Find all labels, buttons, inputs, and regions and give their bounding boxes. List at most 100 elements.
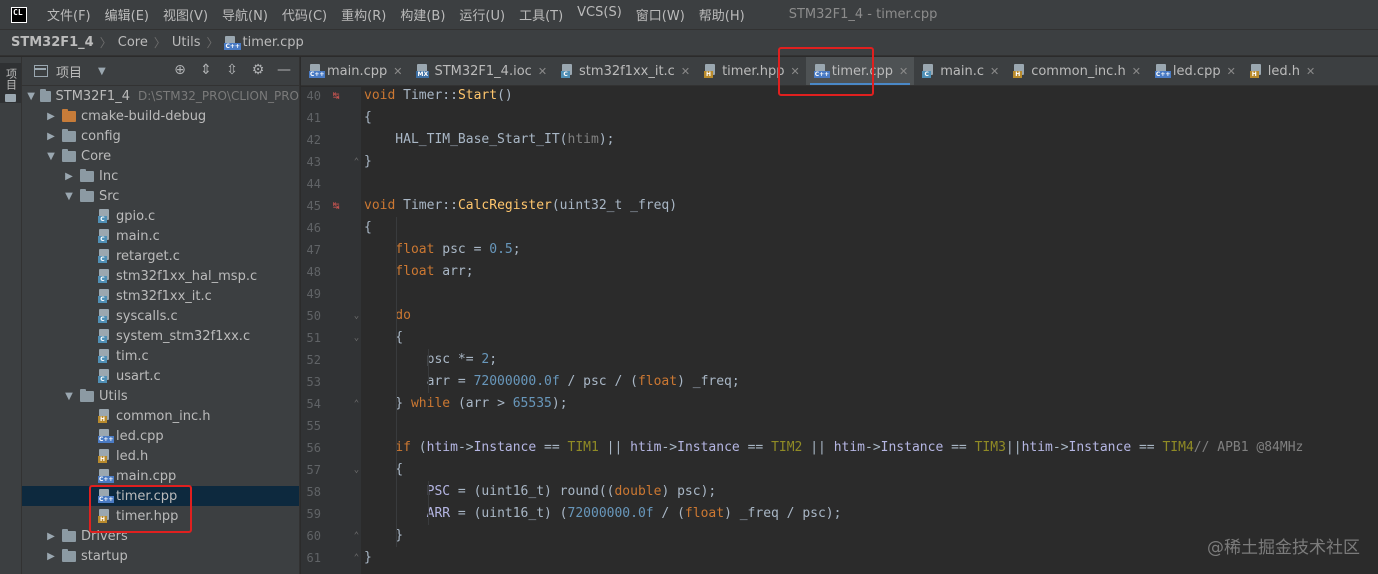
tree-file[interactable]: Cusart.c: [22, 366, 299, 386]
tree-file[interactable]: Csystem_stm32f1xx.c: [22, 326, 299, 346]
menu-item[interactable]: 代码(C): [276, 5, 335, 24]
code-token: Instance: [473, 440, 537, 455]
collapse-all-icon[interactable]: ⇳: [223, 62, 241, 78]
close-icon[interactable]: ✕: [990, 65, 999, 78]
editor-tab[interactable]: Hled.h ✕: [1242, 57, 1321, 85]
c-file-icon: C: [98, 269, 112, 283]
menu-item[interactable]: 帮助(H): [693, 5, 753, 24]
locate-icon[interactable]: ⊕: [171, 62, 189, 78]
tree-folder[interactable]: ▼ Utils: [22, 386, 299, 406]
folder-icon: [40, 88, 51, 102]
chevron-down-icon[interactable]: ▼: [44, 151, 58, 162]
tree-file[interactable]: C++ main.cpp: [22, 466, 299, 486]
code-token: 72000000.0f: [567, 506, 654, 521]
chevron-right-icon[interactable]: ▶: [44, 131, 58, 142]
close-icon[interactable]: ✕: [393, 65, 402, 78]
menu-item[interactable]: VCS(S): [571, 5, 630, 24]
breadcrumb-core[interactable]: Core: [118, 35, 148, 50]
editor-tab[interactable]: Htimer.hpp ✕: [696, 57, 806, 85]
tree-file[interactable]: Csyscalls.c: [22, 306, 299, 326]
editor-tab-label: common_inc.h: [1031, 63, 1126, 79]
tree-folder[interactable]: ▶ config: [22, 126, 299, 146]
code-token: htim: [630, 440, 662, 455]
menu-item[interactable]: 视图(V): [157, 5, 216, 24]
chevron-right-icon[interactable]: ▶: [44, 111, 58, 122]
fold-icon[interactable]: ⌃: [352, 151, 361, 173]
tree-folder[interactable]: ▶ startup: [22, 546, 299, 566]
code-editor[interactable]: 40 ↹ void Timer::Start() 41{42 HAL_TIM_Base…: [301, 87, 1378, 574]
tree-item-label: timer.hpp: [116, 508, 179, 524]
close-icon[interactable]: ✕: [899, 65, 908, 78]
tree-folder[interactable]: ▶ Drivers: [22, 526, 299, 546]
tree-file[interactable]: Cstm32f1xx_hal_msp.c: [22, 266, 299, 286]
editor-tab[interactable]: Cstm32f1xx_it.c ✕: [553, 57, 696, 85]
close-icon[interactable]: ✕: [681, 65, 690, 78]
tree-file[interactable]: Cmain.c: [22, 226, 299, 246]
tree-folder[interactable]: ▼ Core: [22, 146, 299, 166]
chevron-right-icon[interactable]: ▶: [62, 171, 76, 182]
tree-file[interactable]: Cgpio.c: [22, 206, 299, 226]
code-text: }: [364, 525, 403, 547]
close-icon[interactable]: ✕: [1132, 65, 1141, 78]
tree-folder[interactable]: ▼ STM32F1_4 D:\STM32_PRO\CLION_PRO: [22, 86, 299, 106]
menu-item[interactable]: 重构(R): [335, 5, 394, 24]
code-token: TIM3: [974, 440, 1006, 455]
editor-tab[interactable]: C++ main.cpp ✕: [301, 57, 408, 85]
code-token: 0.5: [489, 242, 513, 257]
tree-file[interactable]: Cstm32f1xx_it.c: [22, 286, 299, 306]
menu-item[interactable]: 编辑(E): [99, 5, 157, 24]
tree-file[interactable]: Hled.h: [22, 446, 299, 466]
project-tool-tab[interactable]: 项目: [0, 63, 21, 103]
gear-icon[interactable]: ⚙: [249, 62, 267, 78]
chevron-down-icon[interactable]: ▼: [62, 191, 76, 202]
tree-file[interactable]: Cretarget.c: [22, 246, 299, 266]
menu-item[interactable]: 文件(F): [41, 5, 99, 24]
breadcrumb-utils[interactable]: Utils: [172, 35, 201, 50]
menu-item[interactable]: 导航(N): [216, 5, 276, 24]
breadcrumb-file[interactable]: timer.cpp: [242, 35, 303, 50]
tree-file[interactable]: C++ timer.cpp: [22, 486, 299, 506]
editor-tab[interactable]: Cmain.c ✕: [914, 57, 1005, 85]
menu-item[interactable]: 构建(B): [394, 5, 453, 24]
menu-item[interactable]: 运行(U): [453, 5, 513, 24]
tree-file[interactable]: Hcommon_inc.h: [22, 406, 299, 426]
close-icon[interactable]: ✕: [538, 65, 547, 78]
menu-item[interactable]: 窗口(W): [630, 5, 693, 24]
tree-file[interactable]: Htimer.hpp: [22, 506, 299, 526]
editor-tab[interactable]: MX STM32F1_4.ioc ✕: [408, 57, 553, 85]
close-icon[interactable]: ✕: [1227, 65, 1236, 78]
expand-all-icon[interactable]: ⇕: [197, 62, 215, 78]
fold-icon[interactable]: ⌄: [352, 459, 361, 481]
breadcrumb-project[interactable]: STM32F1_4: [11, 35, 94, 50]
fold-icon[interactable]: ⌃: [352, 547, 361, 569]
code-token: (uint32_t _freq): [551, 198, 678, 213]
tree-file[interactable]: C++ led.cpp: [22, 426, 299, 446]
fold-icon[interactable]: ⌃: [352, 393, 361, 415]
implementation-marker-icon[interactable]: ↹: [329, 87, 343, 107]
hide-icon[interactable]: —: [275, 62, 293, 78]
clion-logo-icon[interactable]: CL: [11, 6, 27, 23]
tree-folder[interactable]: ▶ Inc: [22, 166, 299, 186]
c-file-icon: C: [98, 349, 112, 363]
fold-icon[interactable]: ⌄: [352, 327, 361, 349]
menu-item[interactable]: 工具(T): [513, 5, 571, 24]
chevron-right-icon[interactable]: ▶: [44, 551, 58, 562]
hpp-file-icon: H: [98, 509, 112, 523]
tree-file[interactable]: Ctim.c: [22, 346, 299, 366]
chevron-down-icon[interactable]: ▼: [26, 91, 36, 102]
editor-tab[interactable]: C++ timer.cpp ✕: [805, 57, 915, 85]
chevron-down-icon[interactable]: ▼: [62, 391, 76, 402]
chevron-down-icon[interactable]: ▼: [98, 66, 106, 77]
fold-icon[interactable]: ⌃: [352, 525, 361, 547]
fold-icon[interactable]: ⌄: [352, 305, 361, 327]
tree-folder[interactable]: ▶ cmake-build-debug: [22, 106, 299, 126]
code-line: 42 HAL_TIM_Base_Start_IT(htim);: [301, 129, 1378, 151]
close-icon[interactable]: ✕: [790, 65, 799, 78]
editor-tab[interactable]: C++ led.cpp ✕: [1147, 57, 1242, 85]
editor-tab[interactable]: Hcommon_inc.h ✕: [1005, 57, 1147, 85]
tree-folder[interactable]: ▼ Src: [22, 186, 299, 206]
chevron-right-icon[interactable]: ▶: [44, 531, 58, 542]
close-icon[interactable]: ✕: [1306, 65, 1315, 78]
project-panel-title[interactable]: 项目: [56, 62, 82, 81]
implementation-marker-icon[interactable]: ↹: [329, 195, 343, 217]
